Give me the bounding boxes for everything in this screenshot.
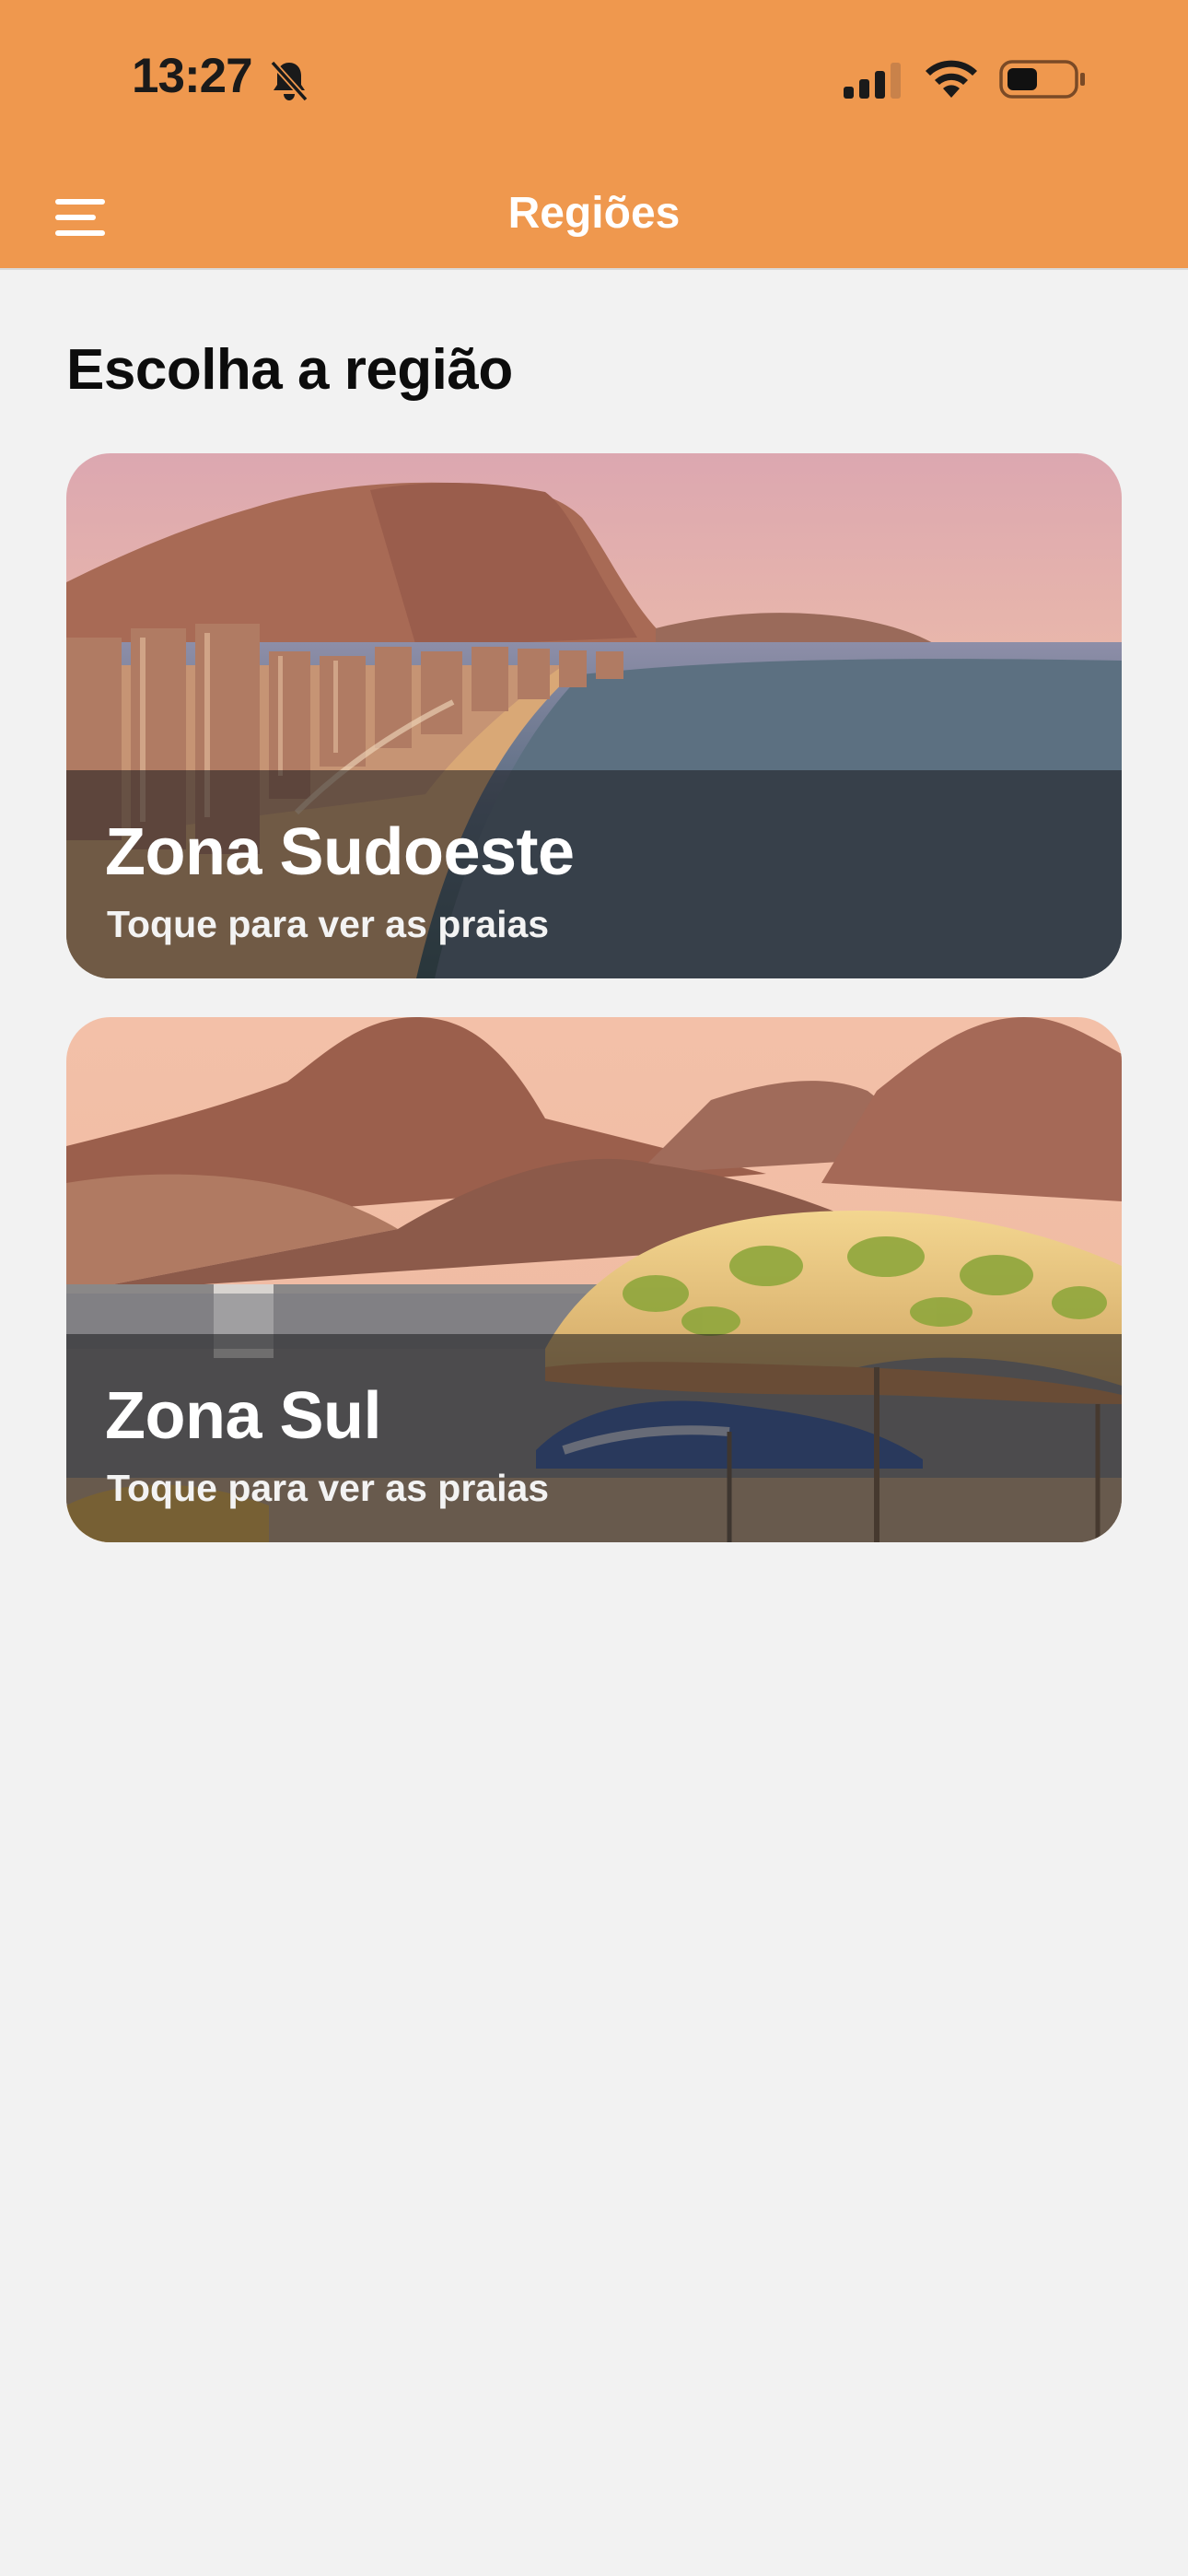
region-card-zona-sudoeste[interactable]: Zona Sudoeste Toque para ver as praias [66,453,1122,978]
region-title: Zona Sul [105,1379,382,1453]
section-title: Escolha a região [66,338,513,402]
region-card-zona-sul[interactable]: Zona Sul Toque para ver as praias [66,1017,1122,1542]
region-title: Zona Sudoeste [105,815,575,889]
bell-slash-icon [270,60,309,102]
region-subtitle: Toque para ver as praias [107,1467,550,1509]
status-time: 13:27 [132,49,253,103]
cellular-signal-icon [844,63,901,99]
region-subtitle: Toque para ver as praias [107,903,550,945]
page-title: Regiões [507,189,681,238]
battery-icon [999,60,1085,99]
wifi-icon [926,60,977,98]
app-header: 13:27 Regiões [0,0,1188,270]
